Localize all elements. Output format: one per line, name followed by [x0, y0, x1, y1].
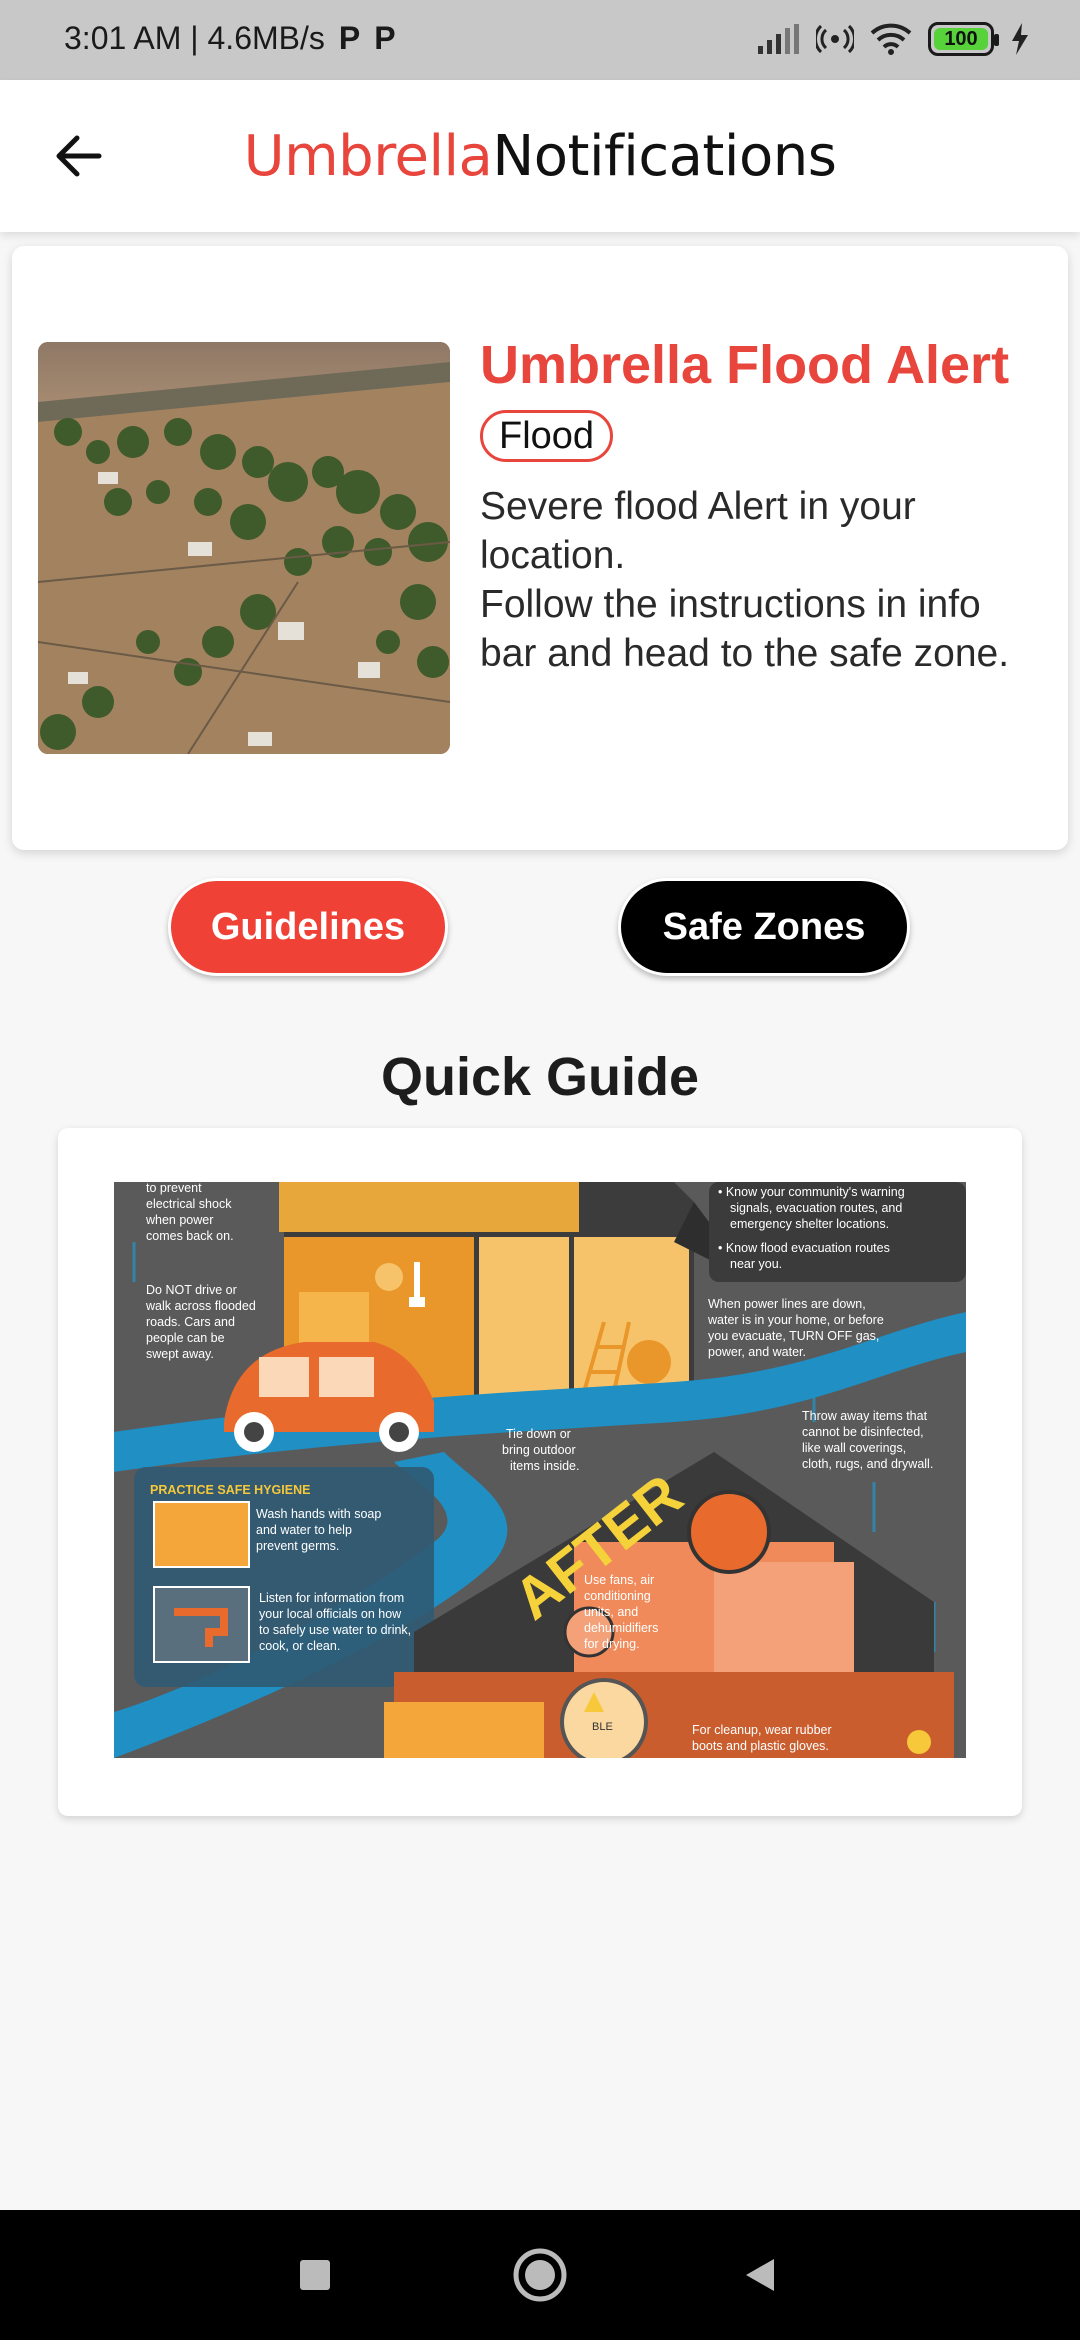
ig-text: electrical shock: [146, 1197, 232, 1211]
ig-text: prevent germs.: [256, 1539, 339, 1553]
ig-text: comes back on.: [146, 1229, 234, 1243]
safe-zones-button[interactable]: Safe Zones: [618, 878, 910, 976]
p-icon: P: [338, 20, 361, 56]
ig-text: and water to help: [256, 1523, 352, 1537]
p-icon: P: [374, 20, 396, 56]
app-bar: UmbrellaNotifications: [0, 80, 1080, 232]
triangle-back-icon: [746, 2259, 774, 2291]
ig-text: power, and water.: [708, 1345, 806, 1359]
circle-home-icon: [513, 2248, 567, 2302]
recents-button[interactable]: [280, 2240, 350, 2310]
ig-text: Throw away items that: [802, 1409, 928, 1423]
ig-text: boots and plastic gloves.: [692, 1739, 829, 1753]
page-title: UmbrellaNotifications: [0, 124, 1080, 189]
title-text: Notifications: [492, 124, 837, 189]
quick-guide-title: Quick Guide: [380, 1047, 700, 1107]
ig-text: PRACTICE SAFE HYGIENE: [150, 1483, 310, 1497]
ig-text: Use fans, air: [584, 1573, 654, 1587]
ig-text: bring outdoor: [502, 1443, 576, 1457]
ig-text: BLE: [592, 1721, 613, 1733]
ig-text: conditioning: [584, 1589, 651, 1603]
quick-guide-card: AFTER to prevent electrical shock when p…: [58, 1128, 1022, 1816]
ig-text: cook, or clean.: [259, 1639, 340, 1653]
infographic-art: AFTER to prevent electrical shock when p…: [114, 1182, 966, 1758]
ig-text: Tie down or: [506, 1427, 571, 1441]
system-nav-bar: [0, 2210, 1080, 2340]
brand-name: Umbrella: [243, 124, 493, 189]
status-left: 3:01 AM | 4.6MB/s P P: [64, 20, 396, 57]
charging-icon: [1012, 23, 1028, 55]
ig-text: your local officials on how: [259, 1607, 402, 1621]
ig-text: signals, evacuation routes, and: [730, 1201, 902, 1215]
status-time: 3:01 AM | 4.6MB/s: [64, 20, 325, 56]
alert-description: Severe flood Alert in your location. Fol…: [480, 485, 1010, 675]
ig-text: walk across flooded: [145, 1299, 256, 1313]
ig-text: Wash hands with soap: [256, 1507, 381, 1521]
alert-card[interactable]: Umbrella Flood Alert Flood Severe flood …: [12, 246, 1068, 850]
guidelines-button[interactable]: Guidelines: [168, 878, 448, 976]
ig-text: people can be: [146, 1331, 225, 1345]
ig-text: when power: [145, 1213, 213, 1227]
ig-text: units, and: [584, 1605, 638, 1619]
ig-text: roads. Cars and: [146, 1315, 235, 1329]
alert-title: Umbrella Flood Alert: [480, 335, 1010, 395]
ig-text: emergency shelter locations.: [730, 1217, 889, 1231]
battery-icon: 100: [928, 22, 999, 56]
battery-level: 100: [944, 27, 978, 50]
flood-photo: [38, 342, 450, 754]
flood-image: [38, 342, 450, 754]
signal-icon: [758, 24, 799, 54]
wifi-icon: [870, 23, 912, 55]
status-bar: 3:01 AM | 4.6MB/s P P 100: [0, 0, 1080, 80]
ig-text: like wall coverings,: [802, 1441, 906, 1455]
ig-text: to safely use water to drink,: [259, 1623, 411, 1637]
ig-text: you evacuate, TURN OFF gas,: [708, 1329, 879, 1343]
alert-tag-chip: Flood: [480, 410, 614, 462]
status-icons: 100: [756, 22, 1030, 56]
ig-text: For cleanup, wear rubber: [692, 1723, 832, 1737]
ig-text: • Know flood evacuation routes: [718, 1241, 890, 1255]
square-icon: [300, 2260, 330, 2290]
ig-text: When power lines are down,: [708, 1297, 866, 1311]
ig-text: dehumidifiers: [584, 1621, 658, 1635]
ig-text: for drying.: [584, 1637, 640, 1651]
flood-safety-infographic[interactable]: AFTER to prevent electrical shock when p…: [114, 1182, 966, 1758]
ig-text: near you.: [730, 1257, 782, 1271]
ig-text: items inside.: [510, 1459, 579, 1473]
ig-text: water is in your home, or before: [707, 1313, 884, 1327]
hotspot-icon: [816, 24, 854, 54]
ig-text: swept away.: [146, 1347, 214, 1361]
ig-text: cloth, rugs, and drywall.: [802, 1457, 933, 1471]
ig-text: Do NOT drive or: [146, 1283, 237, 1297]
ig-text: cannot be disinfected,: [802, 1425, 924, 1439]
ig-text: • Know your community's warning: [718, 1185, 905, 1199]
back-nav-button[interactable]: [725, 2240, 795, 2310]
battery-tip: [994, 34, 999, 46]
ig-text: Listen for information from: [259, 1591, 404, 1605]
home-button[interactable]: [505, 2240, 575, 2310]
ig-text: to prevent: [146, 1182, 202, 1195]
